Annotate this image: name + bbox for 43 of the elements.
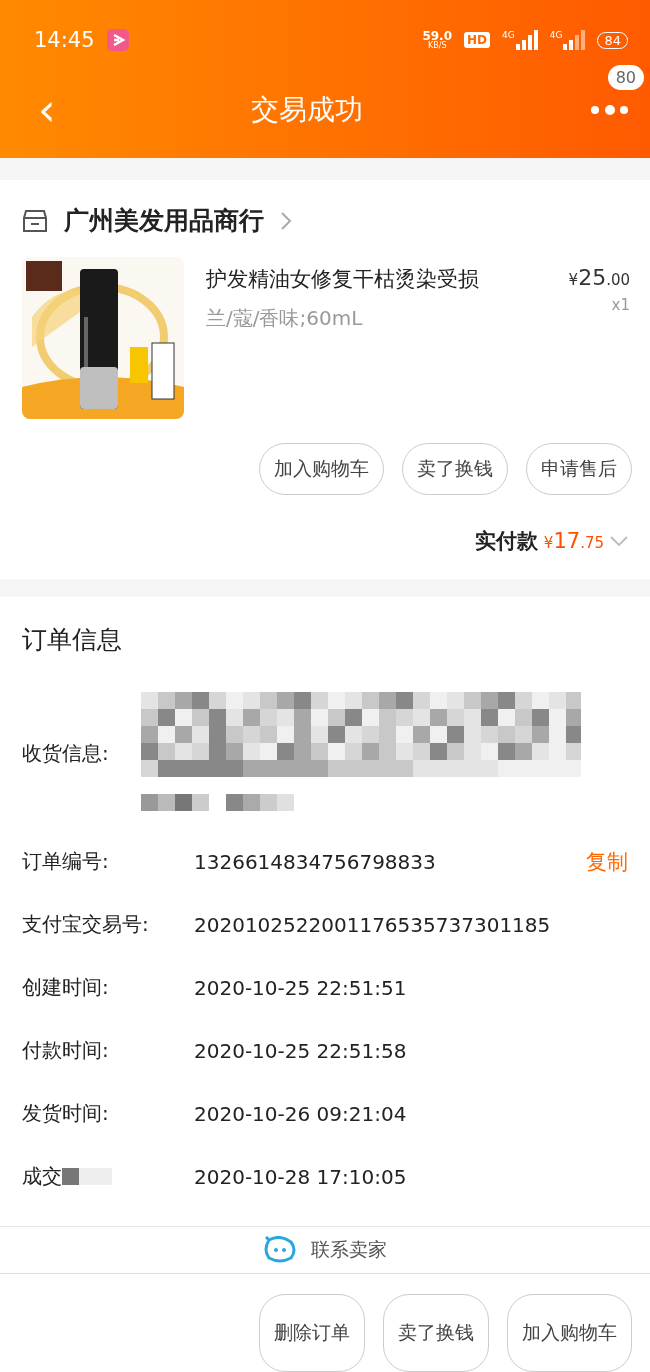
chevron-right-icon [280,210,292,231]
field-value: 2020-10-25 22:51:51 [194,975,408,1000]
contact-seller-link[interactable]: 联系卖家 [311,1237,387,1263]
action-button[interactable]: 加入购物车 [259,443,384,495]
field-value: 2020-10-26 09:21:04 [194,1101,408,1126]
action-button[interactable]: 申请售后 [526,443,632,495]
payment-amount: ¥17.75 [543,529,604,553]
chat-icon [263,1236,297,1264]
field-label: 成交 [22,1163,62,1190]
field-label: 创建时间: [22,974,109,1001]
page-title: 交易成功 [249,92,364,128]
field-value: 1326614834756798833 [194,849,437,874]
network-label: 4G [549,30,563,40]
action-button[interactable]: 卖了换钱 [402,443,508,495]
shop-icon [22,208,48,233]
action-button[interactable]: 加入购物车 [507,1294,632,1372]
field-value: 2020-10-28 17:10:05 [194,1164,408,1189]
status-time: 14:45 [34,28,95,52]
field-label: 付款时间: [22,1037,109,1064]
signal-icon [515,30,538,50]
shop-name[interactable]: 广州美发用品商行 [64,204,264,237]
chevron-down-icon[interactable] [610,535,628,547]
payment-label: 实付款 [474,528,538,555]
message-badge: 80 [607,65,644,90]
section-title: 订单信息 [22,624,123,656]
field-label: 发货时间: [22,1100,109,1127]
product-price: ¥25.00 [568,265,630,290]
network-label: 4G [502,30,515,40]
field-value: 2020-10-25 22:51:58 [194,1038,408,1063]
field-value: 2020102522001176535737301185 [194,912,552,937]
product-variant: 兰/蔻/香味;60mL [206,305,364,332]
hd-icon: HD [464,32,491,48]
app-icon [106,29,129,51]
action-button[interactable]: 删除订单 [259,1294,365,1372]
signal-icon [563,30,586,50]
field-label: 订单编号: [22,848,109,875]
field-label: 支付宝交易号: [22,911,149,938]
action-button[interactable]: 卖了换钱 [383,1294,489,1372]
product-title[interactable]: 护发精油女修复干枯烫染受损 [206,265,547,293]
quantity: x1 [611,296,630,314]
network-speed: 59.0 KB/S [422,30,453,50]
field-label: 收货信息: [22,739,109,767]
more-icon[interactable] [590,103,630,117]
